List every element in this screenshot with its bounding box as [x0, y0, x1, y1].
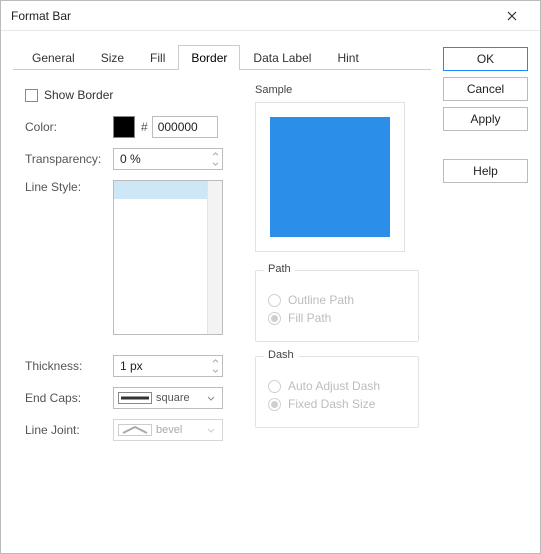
radio-icon [268, 398, 281, 411]
end-caps-preview-icon [118, 392, 152, 404]
end-caps-combo[interactable]: square [113, 387, 223, 409]
show-border-row[interactable]: Show Border [25, 84, 235, 106]
dialog-buttons: OK Cancel Apply Help [443, 43, 528, 541]
color-hex-input[interactable] [152, 116, 218, 138]
spinner-down-icon[interactable] [208, 159, 222, 169]
sample-label: Sample [255, 84, 419, 96]
help-button[interactable]: Help [443, 159, 528, 183]
thickness-input[interactable] [113, 355, 223, 377]
dash-group-title: Dash [264, 349, 298, 361]
path-group: Path Outline Path Fill Path [255, 270, 419, 342]
line-style-selected[interactable] [114, 181, 207, 199]
radio-icon [268, 380, 281, 393]
dash-fixed-label: Fixed Dash Size [288, 397, 375, 411]
dash-auto-radio[interactable]: Auto Adjust Dash [268, 379, 406, 393]
line-style-label: Line Style: [25, 180, 113, 194]
show-border-checkbox[interactable] [25, 89, 38, 102]
show-border-label: Show Border [44, 88, 113, 102]
thickness-label: Thickness: [25, 359, 113, 373]
tab-hint[interactable]: Hint [324, 45, 371, 70]
tab-general[interactable]: General [19, 45, 88, 70]
tab-fill[interactable]: Fill [137, 45, 178, 70]
sample-swatch [270, 117, 390, 237]
spinner-up-icon[interactable] [208, 149, 222, 159]
end-caps-value: square [156, 392, 204, 404]
radio-icon [268, 312, 281, 325]
chevron-down-icon [204, 396, 218, 401]
tab-border[interactable]: Border [178, 45, 240, 70]
tab-data-label[interactable]: Data Label [240, 45, 324, 70]
line-joint-value: bevel [156, 424, 204, 436]
end-caps-label: End Caps: [25, 391, 113, 405]
line-joint-combo[interactable]: bevel [113, 419, 223, 441]
scrollbar[interactable] [207, 181, 222, 334]
line-joint-label: Line Joint: [25, 423, 113, 437]
hash-symbol: # [141, 120, 148, 134]
tab-panel-border: Show Border Color: # Transparency: [13, 69, 431, 541]
dialog-window: Format Bar General Size Fill Border Data… [0, 0, 541, 554]
apply-button[interactable]: Apply [443, 107, 528, 131]
tab-strip: General Size Fill Border Data Label Hint [13, 43, 431, 69]
radio-icon [268, 294, 281, 307]
tab-size[interactable]: Size [88, 45, 137, 70]
path-fill-radio[interactable]: Fill Path [268, 311, 406, 325]
transparency-label: Transparency: [25, 152, 113, 166]
ok-button[interactable]: OK [443, 47, 528, 71]
transparency-input[interactable] [113, 148, 223, 170]
dash-auto-label: Auto Adjust Dash [288, 379, 380, 393]
path-fill-label: Fill Path [288, 311, 331, 325]
path-group-title: Path [264, 263, 295, 275]
spinner-up-icon[interactable] [208, 356, 222, 366]
close-icon[interactable] [492, 2, 532, 30]
window-title: Format Bar [11, 9, 492, 23]
color-swatch[interactable] [113, 116, 135, 138]
line-joint-preview-icon [118, 424, 152, 436]
transparency-spinner[interactable] [113, 148, 223, 170]
line-style-list[interactable] [113, 180, 223, 335]
titlebar: Format Bar [1, 1, 540, 31]
chevron-down-icon [204, 428, 218, 433]
dash-group: Dash Auto Adjust Dash Fixed Dash Size [255, 356, 419, 428]
path-outline-label: Outline Path [288, 293, 354, 307]
color-label: Color: [25, 120, 113, 134]
cancel-button[interactable]: Cancel [443, 77, 528, 101]
dash-fixed-radio[interactable]: Fixed Dash Size [268, 397, 406, 411]
path-outline-radio[interactable]: Outline Path [268, 293, 406, 307]
spinner-down-icon[interactable] [208, 366, 222, 376]
sample-box [255, 102, 405, 252]
thickness-spinner[interactable] [113, 355, 223, 377]
